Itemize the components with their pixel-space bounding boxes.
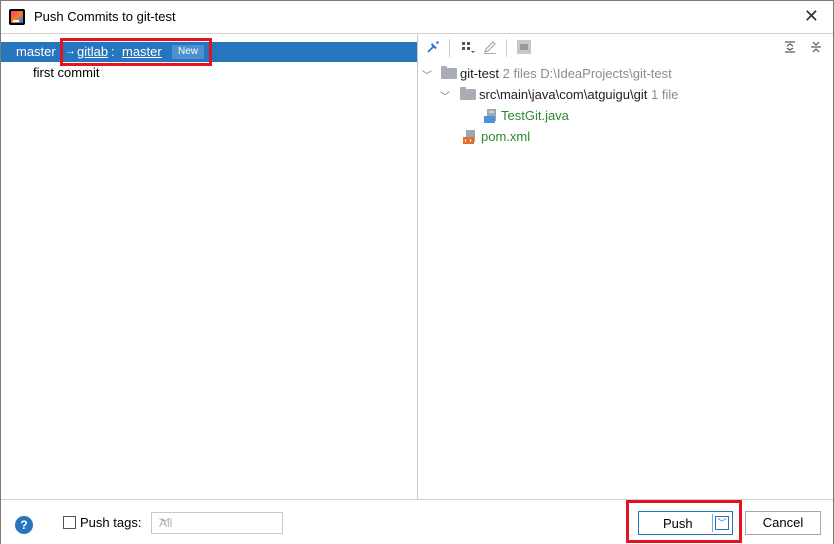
pin-icon[interactable]: [425, 39, 441, 55]
root-count: 2 files: [502, 66, 537, 81]
folder-icon: [460, 87, 476, 100]
push-button[interactable]: Push ﹀: [638, 511, 733, 535]
group-by-icon[interactable]: [460, 39, 476, 55]
root-label: git-test 2 files D:\IdeaProjects\git-tes…: [460, 66, 672, 81]
changes-toolbar: [418, 34, 833, 64]
preview-icon[interactable]: [516, 39, 532, 55]
root-name: git-test: [460, 66, 500, 81]
chevron-down-icon[interactable]: ﹀: [440, 88, 450, 103]
edit-icon[interactable]: [482, 39, 498, 55]
chevron-down-icon[interactable]: ﹀: [422, 67, 432, 82]
push-button-label: Push: [663, 516, 693, 531]
dialog-footer: ? Push tags: All ﹀ Push ﹀ Cancel: [1, 499, 833, 544]
tree-row-folder[interactable]: ﹀ src\main\java\com\atguigu\git 1 file: [418, 85, 828, 105]
folder-name: src\main\java\com\atguigu\git: [479, 87, 648, 102]
toolbar-separator: [506, 39, 507, 57]
chevron-down-icon: ﹀: [159, 518, 170, 530]
expand-all-icon[interactable]: [782, 39, 798, 55]
window-title: Push Commits to git-test: [34, 9, 176, 24]
local-branch: master: [16, 44, 56, 59]
changes-pane: ﹀ git-test 2 files D:\IdeaProjects\git-t…: [418, 34, 833, 500]
folder-label: src\main\java\com\atguigu\git 1 file: [479, 87, 678, 102]
push-commits-dialog: Push Commits to git-test ✕ master → gitl…: [0, 0, 834, 544]
remote-highlight-box: [60, 38, 212, 66]
help-icon[interactable]: ?: [15, 516, 33, 534]
commits-pane: master → gitlab : master New first commi…: [1, 34, 417, 500]
file-name: TestGit.java: [501, 108, 569, 123]
dialog-content: master → gitlab : master New first commi…: [1, 33, 833, 500]
file-name: pom.xml: [481, 129, 531, 144]
title-bar: Push Commits to git-test ✕: [1, 1, 833, 33]
xml-file-icon: [463, 130, 475, 144]
cancel-button[interactable]: Cancel: [745, 511, 821, 535]
tree-row-file[interactable]: pom.xml: [418, 127, 828, 147]
folder-icon: [441, 66, 457, 79]
tags-dropdown: All ﹀: [151, 512, 283, 534]
collapse-all-icon[interactable]: [808, 39, 824, 55]
commit-item[interactable]: first commit: [33, 65, 99, 80]
close-icon[interactable]: ✕: [804, 6, 819, 26]
push-tags-checkbox[interactable]: [63, 516, 76, 529]
intellij-app-icon: [9, 9, 25, 25]
toolbar-separator: [449, 39, 450, 57]
tree-row-file[interactable]: TestGit.java: [418, 106, 828, 126]
tree-row-root[interactable]: ﹀ git-test 2 files D:\IdeaProjects\git-t…: [418, 64, 828, 84]
push-options-dropdown-icon[interactable]: ﹀: [715, 516, 729, 530]
push-tags-label[interactable]: Push tags:: [80, 515, 141, 530]
folder-count: 1 file: [650, 87, 679, 102]
push-button-split: [712, 514, 713, 532]
java-file-icon: [484, 109, 496, 123]
root-path: D:\IdeaProjects\git-test: [540, 66, 672, 81]
